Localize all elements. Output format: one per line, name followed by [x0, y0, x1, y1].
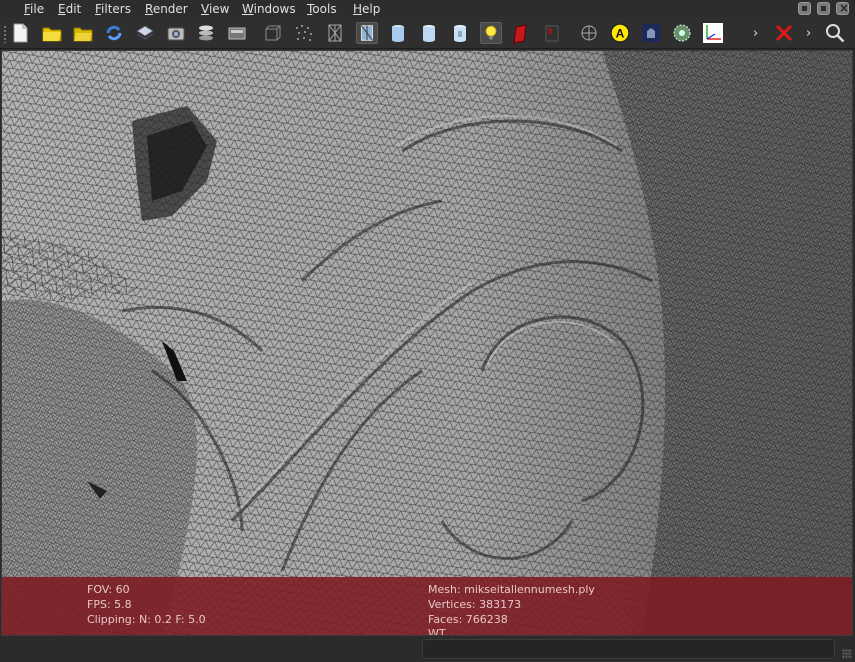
menu-tools[interactable]: Tools — [307, 2, 337, 16]
new-project-icon — [13, 23, 28, 43]
selected-faces-icon — [545, 25, 559, 42]
axes-icon — [703, 23, 723, 43]
colorize-button[interactable] — [671, 22, 693, 44]
status-bar — [0, 637, 855, 662]
maximize-button[interactable] — [817, 2, 830, 15]
raster-icon — [228, 27, 246, 40]
points-icon — [296, 25, 312, 41]
reload-button[interactable] — [103, 22, 125, 44]
menu-help[interactable]: Help — [353, 2, 380, 16]
backface-icon — [513, 24, 527, 44]
annotation-icon: A — [610, 23, 630, 43]
wireframe-icon — [328, 24, 342, 42]
open-mesh-button[interactable] — [72, 22, 94, 44]
resize-grip[interactable] — [842, 649, 852, 659]
selected-faces-button[interactable] — [541, 22, 563, 44]
flat-lines-button[interactable] — [356, 22, 378, 44]
menu-mnemonic: V — [201, 2, 209, 16]
menu-mnemonic: H — [353, 2, 363, 16]
menu-label-rest: ilters — [101, 2, 131, 16]
menu-mnemonic: R — [145, 2, 153, 16]
backface-button[interactable] — [510, 22, 532, 44]
window-controls — [798, 2, 849, 15]
toolbar: A › › — [0, 18, 855, 49]
menu-label-rest: ile — [30, 2, 45, 16]
flat-icon — [392, 25, 404, 42]
mesh-render — [2, 51, 852, 635]
flat-button[interactable] — [387, 22, 409, 44]
colorize-icon — [673, 24, 691, 42]
menu-mnemonic: E — [58, 2, 66, 16]
light-icon — [485, 25, 497, 40]
save-button[interactable] — [134, 22, 156, 44]
open-project-button[interactable] — [41, 22, 63, 44]
face-count: Faces: 766238 — [428, 613, 508, 626]
mesh-name: Mesh: mikseitallennumesh.ply — [428, 583, 595, 596]
close-button[interactable] — [836, 2, 849, 15]
delete-selection-button[interactable] — [773, 22, 795, 44]
reload-icon — [106, 25, 122, 41]
texture-param-icon — [642, 24, 660, 42]
menu-bar: File Edit Filters Render View Windows Tools Hel… — [0, 0, 855, 18]
new-project-button[interactable] — [10, 22, 32, 44]
menu-mnemonic: W — [242, 2, 254, 16]
info-overlay: FOV: 60 FPS: 5.8 Clipping: N: 0.2 F: 5.0… — [2, 577, 852, 636]
menu-windows[interactable]: Windows — [242, 2, 296, 16]
wireframe-button[interactable] — [324, 22, 346, 44]
svg-text:A: A — [616, 27, 625, 41]
axes-button[interactable] — [702, 22, 724, 44]
bounding-box-icon — [265, 25, 281, 41]
menu-label-rest: ender — [152, 2, 188, 16]
points-button[interactable] — [293, 22, 315, 44]
vertex-count: Vertices: 383173 — [428, 598, 522, 611]
menu-label-rest: dit — [65, 2, 82, 16]
measure-button[interactable] — [578, 22, 600, 44]
clipping-readout: Clipping: N: 0.2 F: 5.0 — [87, 613, 206, 626]
bounding-box-button[interactable] — [262, 22, 284, 44]
flat-lines-icon — [361, 25, 373, 41]
snapshot-icon — [167, 27, 185, 41]
save-icon — [136, 25, 154, 40]
search-icon — [826, 24, 845, 43]
menu-render[interactable]: Render — [145, 2, 188, 16]
raster-button[interactable] — [226, 22, 248, 44]
minimize-button[interactable] — [798, 2, 811, 15]
toolbar-overflow-button-2[interactable]: › — [806, 26, 811, 41]
smooth-icon — [423, 25, 435, 42]
menu-label-rest: indows — [253, 2, 296, 16]
menu-filters[interactable]: Filters — [95, 2, 131, 16]
wt-label: WT — [428, 627, 446, 636]
render-viewport[interactable]: FOV: 60 FPS: 5.8 Clipping: N: 0.2 F: 5.0… — [1, 50, 853, 636]
texture-icon — [454, 25, 466, 42]
menu-label-rest: iew — [208, 2, 230, 16]
delete-selection-icon — [775, 24, 793, 42]
light-button[interactable] — [480, 22, 502, 44]
snapshot-button[interactable] — [165, 22, 187, 44]
toolbar-grip[interactable] — [3, 25, 7, 43]
menu-edit[interactable]: Edit — [58, 2, 81, 16]
fov-readout: FOV: 60 — [87, 583, 130, 596]
fps-readout: FPS: 5.8 — [87, 598, 132, 611]
texture-param-button[interactable] — [640, 22, 662, 44]
measure-icon — [581, 25, 597, 41]
texture-button[interactable] — [449, 22, 471, 44]
search-button[interactable] — [824, 22, 846, 44]
menu-label-rest: ools — [312, 2, 337, 16]
toolbar-overflow-button-1[interactable]: › — [753, 26, 758, 41]
open-project-icon — [42, 27, 62, 42]
annotation-button[interactable]: A — [609, 22, 631, 44]
open-mesh-icon — [73, 27, 93, 42]
smooth-button[interactable] — [418, 22, 440, 44]
menu-view[interactable]: View — [201, 2, 229, 16]
layers-icon — [199, 25, 213, 41]
menu-label-rest: elp — [362, 2, 381, 16]
status-message-field — [422, 639, 835, 659]
layers-button[interactable] — [195, 22, 217, 44]
menu-file[interactable]: File — [24, 2, 44, 16]
